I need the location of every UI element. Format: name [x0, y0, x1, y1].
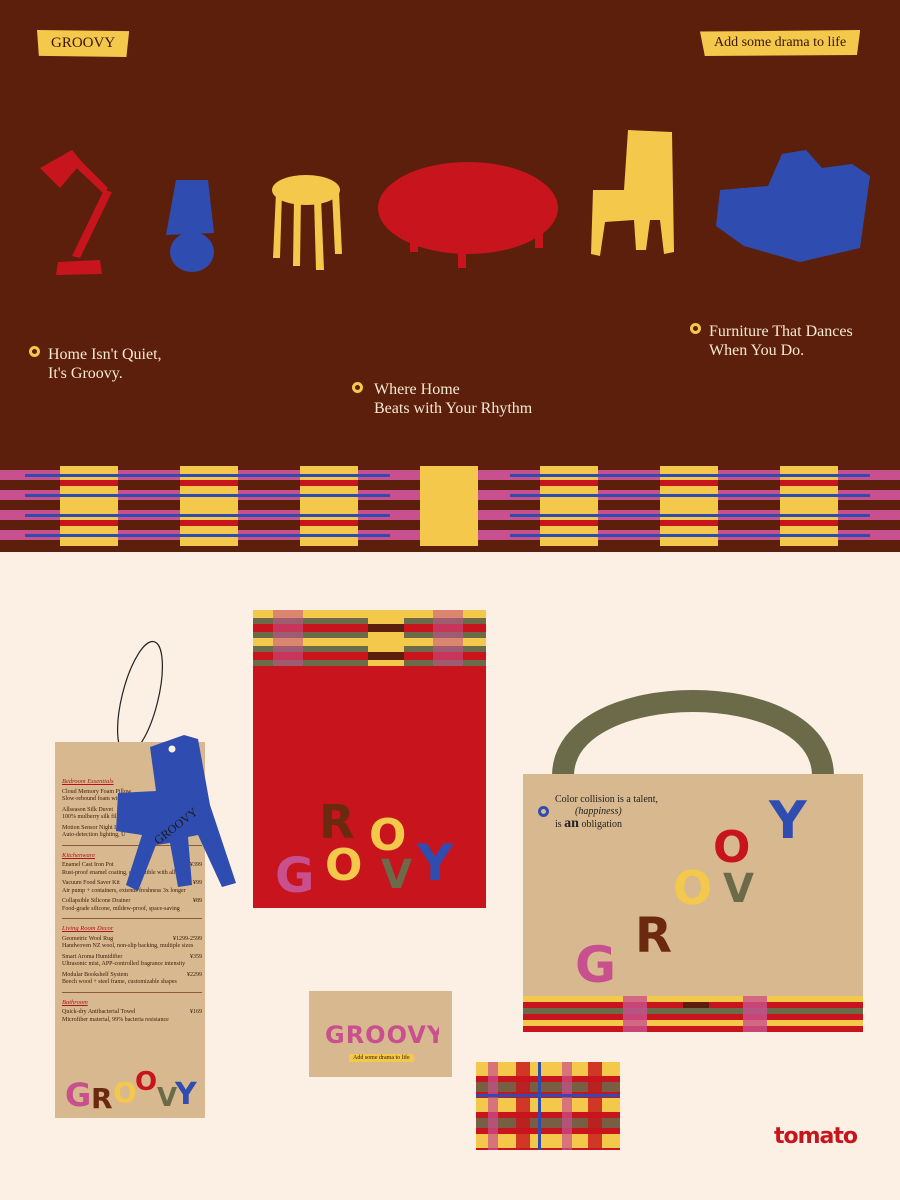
hero-panel: GROOVY Add some drama to life Home Isn't… [0, 0, 900, 470]
pattern-band [0, 466, 900, 552]
groovy-logo: GROOVY [325, 1021, 439, 1049]
tote-bag: G R O O V Y [523, 690, 863, 1032]
tagline-bullet-icon [29, 346, 40, 357]
logo-letter: V [381, 852, 412, 898]
plaid-swatch [476, 1062, 620, 1150]
menu-item: Quick-dry Antibacterial Towel ¥169 [62, 1009, 202, 1015]
menu-item-desc: Beech wood + steel frame, customizable s… [62, 979, 177, 985]
menu-section-title: Living Room Decor [62, 925, 114, 932]
logo-letter: O [673, 861, 712, 915]
logo-letter: O [325, 840, 362, 891]
menu-item: Modular Bookshelf System ¥2299 [62, 971, 202, 978]
tagline-3: Furniture That Dances When You Do. [709, 323, 853, 359]
menu-item: Collapsible Silicone Drainer ¥89 [62, 898, 202, 904]
chair-hang-tag: GROOVY [116, 735, 236, 891]
brand-tag: GROOVY [37, 30, 130, 57]
logo-letter: G [275, 848, 314, 904]
logo-letter: G [575, 936, 616, 994]
chair-icon [591, 130, 674, 256]
menu-section-title: Bathroom [62, 998, 88, 1006]
red-envelope: R O G O V Y [253, 610, 486, 908]
tomato-logo: tomato [774, 1124, 858, 1149]
groovy-logo: G R O O V Y [65, 1067, 198, 1112]
tagline-bullet-icon [690, 323, 701, 334]
logo-letter: O [113, 1076, 137, 1109]
logo-letter: O [135, 1067, 157, 1097]
logo-letter: G [65, 1076, 91, 1112]
logo-letter: V [723, 866, 754, 912]
business-card: GROOVY Add some drama to life [309, 991, 452, 1077]
menu-item: Smart Aroma Humidifier ¥359 [62, 953, 202, 960]
menu-item-desc: Handwoven NZ wool, non-slip backing, mul… [62, 943, 194, 949]
sofa-icon [716, 150, 870, 262]
logo-letter: Y [174, 1077, 198, 1112]
bag-handle [552, 690, 834, 778]
bag-copy: Color collision is a talent, (happiness)… [555, 794, 659, 831]
card-tagline: Add some drama to life [349, 1054, 414, 1062]
menu-item-desc: Microfiber material, 99% bacteria resist… [62, 1016, 169, 1023]
card-logo: GROOVY [325, 1021, 439, 1049]
menu-item: Geometric Wool Rug ¥1299-2599 [62, 935, 202, 942]
logo-letter: R [635, 908, 672, 964]
coffee-table-icon [378, 162, 558, 268]
slogan-tag: Add some drama to life [700, 30, 861, 56]
tagline-bullet-icon [352, 382, 363, 393]
tagline-2: Where Home Beats with Your Rhythm [374, 381, 533, 417]
menu-item-desc: Food-grade silicone, mildew-proof, space… [62, 905, 180, 912]
logo-letter: Y [768, 791, 808, 851]
bag-bullet-icon [538, 806, 549, 817]
desk-lamp-icon [40, 150, 112, 275]
divider [62, 918, 202, 919]
logo-letter: R [91, 1082, 113, 1112]
bag-stripe-pattern [523, 996, 863, 1032]
furniture-row [40, 130, 870, 275]
menu-item-desc: Ultrasonic mist, APP-controlled fragranc… [62, 961, 186, 967]
tagline-1: Home Isn't Quiet, It's Groovy. [48, 346, 162, 382]
divider [62, 991, 202, 993]
stool-icon [272, 175, 342, 270]
logo-letter: Y [416, 834, 454, 892]
table-lamp-icon [166, 180, 214, 272]
